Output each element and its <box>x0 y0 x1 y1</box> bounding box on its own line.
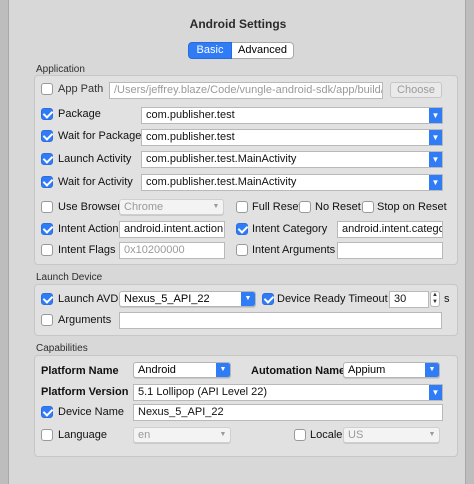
intent-category-checkbox[interactable] <box>236 223 248 235</box>
platform-version-combo[interactable]: 5.1 Lollipop (API Level 22) ▼ <box>133 384 443 401</box>
no-reset-label: No Reset <box>315 201 361 213</box>
arguments-label: Arguments <box>58 314 112 326</box>
timeout-stepper[interactable]: ▲ ▼ <box>430 291 440 307</box>
full-reset-label: Full Reset <box>252 201 302 213</box>
full-reset-checkbox[interactable] <box>236 201 248 213</box>
launch-avd-label: Launch AVD <box>58 293 119 305</box>
chevron-down-icon[interactable]: ▼ <box>429 108 442 123</box>
intent-flags-field[interactable]: 0x10200000 <box>119 242 225 259</box>
chevron-down-icon[interactable]: ▼ <box>425 428 439 442</box>
language-label: Language <box>58 429 107 441</box>
device-name-label: Device Name <box>58 406 125 418</box>
section-label-application: Application <box>36 64 85 75</box>
use-browser-label: Use Browser <box>58 201 121 213</box>
chevron-down-icon[interactable]: ▼ <box>429 130 442 145</box>
launch-activity-label: Launch Activity <box>58 153 132 165</box>
app-path-field[interactable]: /Users/jeffrey.blaze/Code/vungle-android… <box>109 82 383 99</box>
wait-for-activity-combo[interactable]: com.publisher.test.MainActivity ▼ <box>141 174 443 191</box>
section-label-launch-device: Launch Device <box>36 272 103 283</box>
platform-version-label: Platform Version <box>41 386 129 398</box>
chevron-down-icon[interactable]: ▼ <box>209 200 223 214</box>
timeout-unit: s <box>444 293 450 305</box>
section-label-capabilities: Capabilities <box>36 343 88 354</box>
intent-flags-label: Intent Flags <box>58 244 116 256</box>
language-select[interactable]: en ▼ <box>133 427 231 443</box>
intent-flags-checkbox[interactable] <box>41 244 53 256</box>
device-ready-timeout-label: Device Ready Timeout <box>277 293 388 305</box>
device-ready-timeout-field[interactable]: 30 <box>389 291 429 308</box>
tab-advanced[interactable]: Advanced <box>232 42 294 59</box>
chevron-down-icon[interactable]: ▼ <box>429 152 442 167</box>
launch-avd-checkbox[interactable] <box>41 293 53 305</box>
window-title: Android Settings <box>189 17 287 31</box>
background-right-edge <box>466 0 474 484</box>
intent-category-label: Intent Category <box>252 223 328 235</box>
use-browser-select[interactable]: Chrome ▼ <box>119 199 224 215</box>
tab-basic[interactable]: Basic <box>188 42 232 59</box>
chevron-down-icon[interactable]: ▼ <box>429 385 442 400</box>
stop-on-reset-checkbox[interactable] <box>362 201 374 213</box>
device-ready-timeout-checkbox[interactable] <box>262 293 274 305</box>
intent-action-label: Intent Action <box>58 223 119 235</box>
wait-for-package-combo[interactable]: com.publisher.test ▼ <box>141 129 443 146</box>
intent-category-field[interactable]: android.intent.category.LAUNCHER <box>337 221 443 238</box>
intent-action-checkbox[interactable] <box>41 223 53 235</box>
wait-for-package-label: Wait for Package <box>58 130 142 142</box>
choose-button[interactable]: Choose <box>390 82 442 98</box>
app-path-label: App Path <box>58 83 104 95</box>
locale-checkbox[interactable] <box>294 429 306 441</box>
launch-avd-select[interactable]: Nexus_5_API_22 ▼ <box>119 291 256 307</box>
intent-arguments-label: Intent Arguments <box>252 244 336 256</box>
language-checkbox[interactable] <box>41 429 53 441</box>
package-checkbox[interactable] <box>41 108 53 120</box>
wait-for-activity-label: Wait for Activity <box>58 176 133 188</box>
automation-name-select[interactable]: Appium ▼ <box>343 362 440 378</box>
wait-for-package-checkbox[interactable] <box>41 130 53 142</box>
chevron-down-icon[interactable]: ▼ <box>216 363 230 377</box>
intent-arguments-checkbox[interactable] <box>236 244 248 256</box>
android-settings-window: Android Settings Basic Advanced Applicat… <box>8 0 466 484</box>
chevron-down-icon[interactable]: ▼ <box>429 175 442 190</box>
chevron-down-icon[interactable]: ▼ <box>241 292 255 306</box>
chevron-down-icon[interactable]: ▼ <box>216 428 230 442</box>
automation-name-label: Automation Name <box>251 365 346 377</box>
launch-activity-checkbox[interactable] <box>41 153 53 165</box>
platform-name-select[interactable]: Android ▼ <box>133 362 231 378</box>
locale-select[interactable]: US ▼ <box>343 427 440 443</box>
intent-arguments-field[interactable] <box>337 242 443 259</box>
app-path-checkbox[interactable] <box>41 83 53 95</box>
intent-action-field[interactable]: android.intent.action.MAIN <box>119 221 225 238</box>
launch-activity-combo[interactable]: com.publisher.test.MainActivity ▼ <box>141 151 443 168</box>
device-name-field[interactable]: Nexus_5_API_22 <box>133 404 443 421</box>
stop-on-reset-label: Stop on Reset <box>377 201 447 213</box>
device-name-checkbox[interactable] <box>41 406 53 418</box>
package-combo[interactable]: com.publisher.test ▼ <box>141 107 443 124</box>
use-browser-checkbox[interactable] <box>41 201 53 213</box>
arguments-field[interactable] <box>119 312 442 329</box>
chevron-down-icon[interactable]: ▼ <box>425 363 439 377</box>
no-reset-checkbox[interactable] <box>299 201 311 213</box>
background-left-edge <box>0 0 8 484</box>
package-label: Package <box>58 108 101 120</box>
locale-label: Locale <box>310 429 343 441</box>
platform-name-label: Platform Name <box>41 365 119 377</box>
wait-for-activity-checkbox[interactable] <box>41 176 53 188</box>
arguments-checkbox[interactable] <box>41 314 53 326</box>
